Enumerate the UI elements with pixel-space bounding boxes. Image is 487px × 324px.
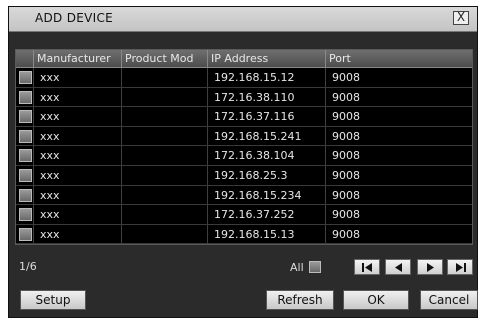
row-checkbox[interactable] [19,208,32,222]
header-select-col [16,50,34,67]
cell-ip-address: 192.168.15.13 [208,224,326,244]
cell-ip-address: 172.16.37.252 [208,205,326,224]
col-product-model[interactable]: Product Mod [122,50,208,67]
add-device-dialog: ADD DEVICE X Manufacturer Product Mod IP… [8,6,478,318]
cell-product-model [122,126,208,146]
next-page-button[interactable] [417,259,443,275]
first-page-icon [362,263,372,272]
dialog-title: ADD DEVICE [35,11,114,25]
cell-manufacturer: xxx [34,205,122,224]
col-port[interactable]: Port [326,50,472,67]
title-bar: ADD DEVICE X [9,7,477,32]
page-indicator: 1/6 [19,260,37,273]
device-table: Manufacturer Product Mod IP Address Port… [15,49,473,246]
close-button[interactable]: X [453,11,469,25]
row-select-cell [16,165,34,185]
setup-button[interactable]: Setup [20,290,86,310]
table-row[interactable]: xxx 172.16.37.252 9008 [16,205,472,225]
cell-manufacturer: xxx [34,68,122,87]
row-checkbox[interactable] [19,71,32,84]
cell-product-model [122,68,208,87]
row-select-cell [16,87,34,107]
cell-manufacturer: xxx [34,107,122,126]
cell-product-model [122,107,208,126]
cell-product-model [122,165,208,185]
cell-manufacturer: xxx [34,126,122,146]
cell-manufacturer: xxx [34,185,122,205]
row-select-cell [16,68,34,87]
table-body: xxx 192.168.15.12 9008 xxx 172.16.38.110 9008… [16,68,472,245]
row-checkbox[interactable] [19,129,32,143]
last-page-icon [456,263,466,272]
row-checkbox[interactable] [19,168,32,182]
cell-port: 9008 [332,227,360,241]
table-row[interactable]: xxx 192.168.15.12 9008 [16,68,472,88]
cell-port: 9008 [332,149,360,163]
last-page-button[interactable] [447,259,473,275]
cell-manufacturer: xxx [34,165,122,185]
cell-manufacturer: xxx [34,87,122,107]
row-select-cell [16,126,34,146]
row-checkbox[interactable] [19,90,32,104]
col-ip-address[interactable]: IP Address [208,50,326,67]
cell-ip-address: 172.16.37.116 [208,107,326,126]
cell-manufacturer: xxx [34,146,122,165]
row-checkbox[interactable] [19,188,32,202]
table-row[interactable]: xxx 172.16.38.104 9008 [16,146,472,166]
cell-ip-address: 172.16.38.104 [208,146,326,165]
cell-product-model [122,87,208,107]
cell-ip-address: 172.16.38.110 [208,87,326,107]
cell-product-model [122,224,208,244]
row-checkbox[interactable] [19,227,32,241]
cancel-button[interactable]: Cancel [420,290,478,310]
cell-port: 9008 [332,168,360,182]
cell-manufacturer: xxx [34,224,122,244]
cell-port: 9008 [332,188,360,202]
table-footer: 1/6 All [15,257,473,279]
cell-product-model [122,185,208,205]
table-row[interactable]: xxx 192.168.25.3 9008 [16,165,472,186]
row-select-cell [16,205,34,224]
prev-page-icon [395,263,402,272]
row-select-cell [16,107,34,126]
cell-ip-address: 192.168.15.12 [208,68,326,87]
table-row[interactable]: xxx 192.168.15.241 9008 [16,126,472,147]
cell-port: 9008 [332,90,360,104]
ok-button[interactable]: OK [343,290,409,310]
row-checkbox[interactable] [19,149,32,163]
table-row[interactable]: xxx 172.16.37.116 9008 [16,107,472,127]
next-page-icon [427,263,434,272]
cell-product-model [122,146,208,165]
table-row[interactable]: xxx 192.168.15.234 9008 [16,185,472,206]
cell-ip-address: 192.168.15.241 [208,126,326,146]
table-row[interactable]: xxx 192.168.15.13 9008 [16,224,472,245]
select-all-checkbox[interactable] [309,261,321,273]
row-select-cell [16,185,34,205]
cell-port: 9008 [332,110,360,124]
cell-port: 9008 [332,208,360,222]
cell-ip-address: 192.168.25.3 [208,165,326,185]
first-page-button[interactable] [354,259,380,275]
col-manufacturer[interactable]: Manufacturer [34,50,122,67]
prev-page-button[interactable] [385,259,411,275]
row-select-cell [16,224,34,244]
table-row[interactable]: xxx 172.16.38.110 9008 [16,87,472,108]
refresh-button[interactable]: Refresh [266,290,334,310]
select-all-label: All [290,261,304,274]
cell-ip-address: 192.168.15.234 [208,185,326,205]
row-select-cell [16,146,34,165]
cell-product-model [122,205,208,224]
row-checkbox[interactable] [19,110,32,124]
cell-port: 9008 [332,129,360,143]
cell-port: 9008 [332,71,360,84]
table-header: Manufacturer Product Mod IP Address Port [16,50,472,68]
